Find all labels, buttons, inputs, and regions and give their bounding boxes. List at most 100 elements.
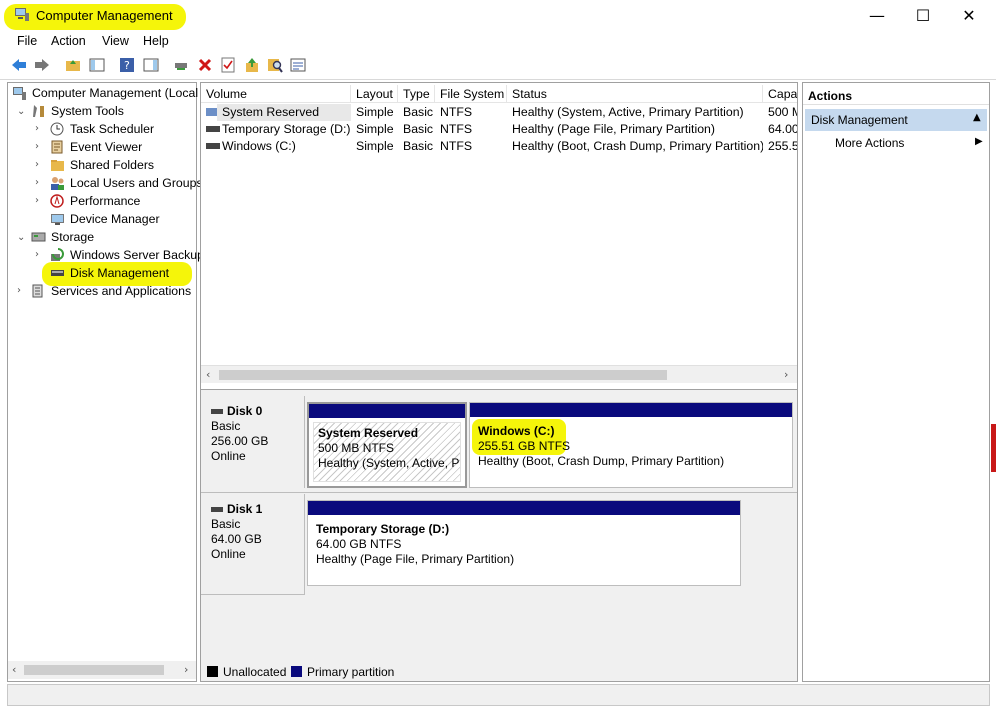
partition-size: 500 MB NTFS: [318, 441, 395, 455]
navigation-tree: Computer Management (Local ⌄ System Tool…: [7, 82, 204, 682]
toolbar: ?: [0, 52, 996, 80]
device-manager-icon: [50, 212, 65, 226]
table-row[interactable]: Windows (C:) Simple Basic NTFS Healthy (…: [201, 138, 797, 155]
disk1-label[interactable]: Disk 1 Basic 64.00 GB Online: [201, 494, 305, 594]
cell-capacity: 255.5: [768, 139, 797, 153]
partition-info: Temporary Storage (D:) 64.00 GB NTFS Hea…: [312, 519, 736, 581]
chevron-right-icon[interactable]: ›: [35, 123, 39, 134]
computer-management-icon: [14, 6, 30, 22]
tree-item-performance[interactable]: Performance: [50, 192, 140, 210]
partition-name: Temporary Storage (D:): [316, 522, 450, 536]
actions-pane: Actions Disk Management ▲ More Actions ▶: [802, 82, 990, 682]
partition-name: Windows (C:): [478, 424, 555, 438]
disk0-type: Basic: [211, 419, 241, 433]
delete-icon[interactable]: [196, 56, 214, 74]
partition-size: 64.00 GB NTFS: [316, 537, 402, 551]
chevron-right-icon[interactable]: ›: [35, 141, 39, 152]
tree-item-task-scheduler[interactable]: Task Scheduler: [50, 120, 154, 138]
more-actions-item[interactable]: More Actions ▶: [805, 133, 987, 153]
partition-windows-c[interactable]: Windows (C:) 255.51 GB NTFS Healthy (Boo…: [469, 402, 793, 488]
export-icon[interactable]: [243, 56, 261, 74]
tree-label: Windows Server Backup: [70, 248, 204, 262]
scroll-thumb[interactable]: [219, 370, 667, 380]
up-folder-icon[interactable]: [64, 56, 82, 74]
partition-status: Healthy (Page File, Primary Partition): [316, 552, 515, 566]
partition-temporary-storage[interactable]: Temporary Storage (D:) 64.00 GB NTFS Hea…: [307, 500, 741, 586]
maximize-button[interactable]: ☐: [900, 0, 946, 30]
column-capacity[interactable]: Capa: [763, 85, 797, 103]
event-log-icon: [50, 140, 65, 154]
back-arrow-icon[interactable]: [10, 56, 28, 74]
disk0-label[interactable]: Disk 0 Basic 256.00 GB Online: [201, 396, 305, 488]
clock-icon: [50, 122, 65, 136]
chevron-right-icon[interactable]: ›: [35, 249, 39, 260]
scroll-left-icon[interactable]: ‹: [12, 663, 16, 676]
column-file-system[interactable]: File System: [435, 85, 507, 103]
tree-label: Computer Management (Local: [32, 86, 199, 100]
scroll-right-icon[interactable]: ›: [184, 663, 188, 676]
show-hide-action-pane-icon[interactable]: [142, 56, 160, 74]
connect-drive-icon[interactable]: [172, 56, 190, 74]
partition-system-reserved[interactable]: System Reserved 500 MB NTFS Healthy (Sys…: [307, 402, 467, 488]
menu-action[interactable]: Action: [51, 34, 86, 48]
chevron-right-icon[interactable]: ›: [17, 285, 21, 296]
disk1-size: 64.00 GB: [211, 532, 262, 546]
help-icon[interactable]: ?: [118, 56, 136, 74]
properties-icon[interactable]: [289, 56, 307, 74]
cell-volume: Windows (C:): [222, 139, 296, 153]
show-hide-tree-icon[interactable]: [88, 56, 106, 74]
chevron-right-icon[interactable]: ›: [35, 159, 39, 170]
tree-item-local-users[interactable]: Local Users and Groups: [50, 174, 203, 192]
cell-status: Healthy (Page File, Primary Partition): [512, 122, 715, 136]
tree-item-shared-folders[interactable]: Shared Folders: [50, 156, 154, 174]
tree-item-disk-management[interactable]: Disk Management: [50, 264, 169, 282]
table-row[interactable]: Temporary Storage (D:) Simple Basic NTFS…: [201, 121, 797, 138]
chevron-right-icon[interactable]: ›: [35, 177, 39, 188]
divider: [201, 492, 797, 493]
tree-item-device-manager[interactable]: Device Manager: [50, 210, 160, 228]
cell-capacity: 64.00: [768, 122, 797, 136]
tree-label: Storage: [51, 230, 95, 244]
collapse-up-icon[interactable]: ▲: [973, 112, 981, 123]
menu-view[interactable]: View: [102, 34, 129, 48]
tree-horizontal-scrollbar[interactable]: ‹ ›: [8, 661, 196, 679]
tree-label: Shared Folders: [70, 158, 155, 172]
chevron-right-icon[interactable]: ›: [35, 195, 39, 206]
tree-item-computer-management[interactable]: Computer Management (Local: [12, 84, 198, 102]
column-volume[interactable]: Volume: [201, 85, 351, 103]
menu-help[interactable]: Help: [143, 34, 169, 48]
tree-item-system-tools[interactable]: System Tools: [31, 102, 124, 120]
submenu-arrow-icon: ▶: [975, 136, 983, 147]
close-button[interactable]: ✕: [946, 0, 992, 30]
menu-file[interactable]: File: [17, 34, 37, 48]
minimize-button[interactable]: —: [854, 0, 900, 30]
disk0-status: Online: [211, 449, 246, 463]
tree-item-event-viewer[interactable]: Event Viewer: [50, 138, 142, 156]
primary-swatch: [291, 666, 302, 677]
column-type[interactable]: Type: [398, 85, 435, 103]
forward-arrow-icon[interactable]: [33, 56, 51, 74]
tree-item-storage[interactable]: Storage: [31, 228, 94, 246]
checklist-icon[interactable]: [219, 56, 237, 74]
column-status[interactable]: Status: [507, 85, 763, 103]
chevron-down-icon[interactable]: ⌄: [17, 106, 25, 117]
volume-list-horizontal-scrollbar[interactable]: ‹ ›: [201, 365, 797, 383]
scroll-thumb[interactable]: [24, 665, 164, 675]
disk0-name: Disk 0: [227, 404, 263, 418]
disk-icon: [211, 507, 223, 512]
scroll-right-icon[interactable]: ›: [784, 368, 788, 381]
table-row[interactable]: System Reserved Simple Basic NTFS Health…: [201, 104, 797, 121]
disk1-type: Basic: [211, 517, 241, 531]
column-layout[interactable]: Layout: [351, 85, 398, 103]
chevron-down-icon[interactable]: ⌄: [17, 232, 25, 243]
menu-bar: File Action View Help: [0, 32, 996, 52]
disk-icon: [211, 409, 223, 414]
cell-type: Basic: [403, 139, 434, 153]
search-icon[interactable]: [266, 56, 284, 74]
actions-section-disk-management[interactable]: Disk Management ▲: [805, 109, 987, 131]
cell-type: Basic: [403, 105, 434, 119]
scroll-left-icon[interactable]: ‹: [206, 368, 210, 381]
tree-label: Event Viewer: [70, 140, 143, 154]
background-window-edge: [991, 424, 996, 472]
tree-item-services-and-applications[interactable]: Services and Applications: [31, 282, 191, 300]
